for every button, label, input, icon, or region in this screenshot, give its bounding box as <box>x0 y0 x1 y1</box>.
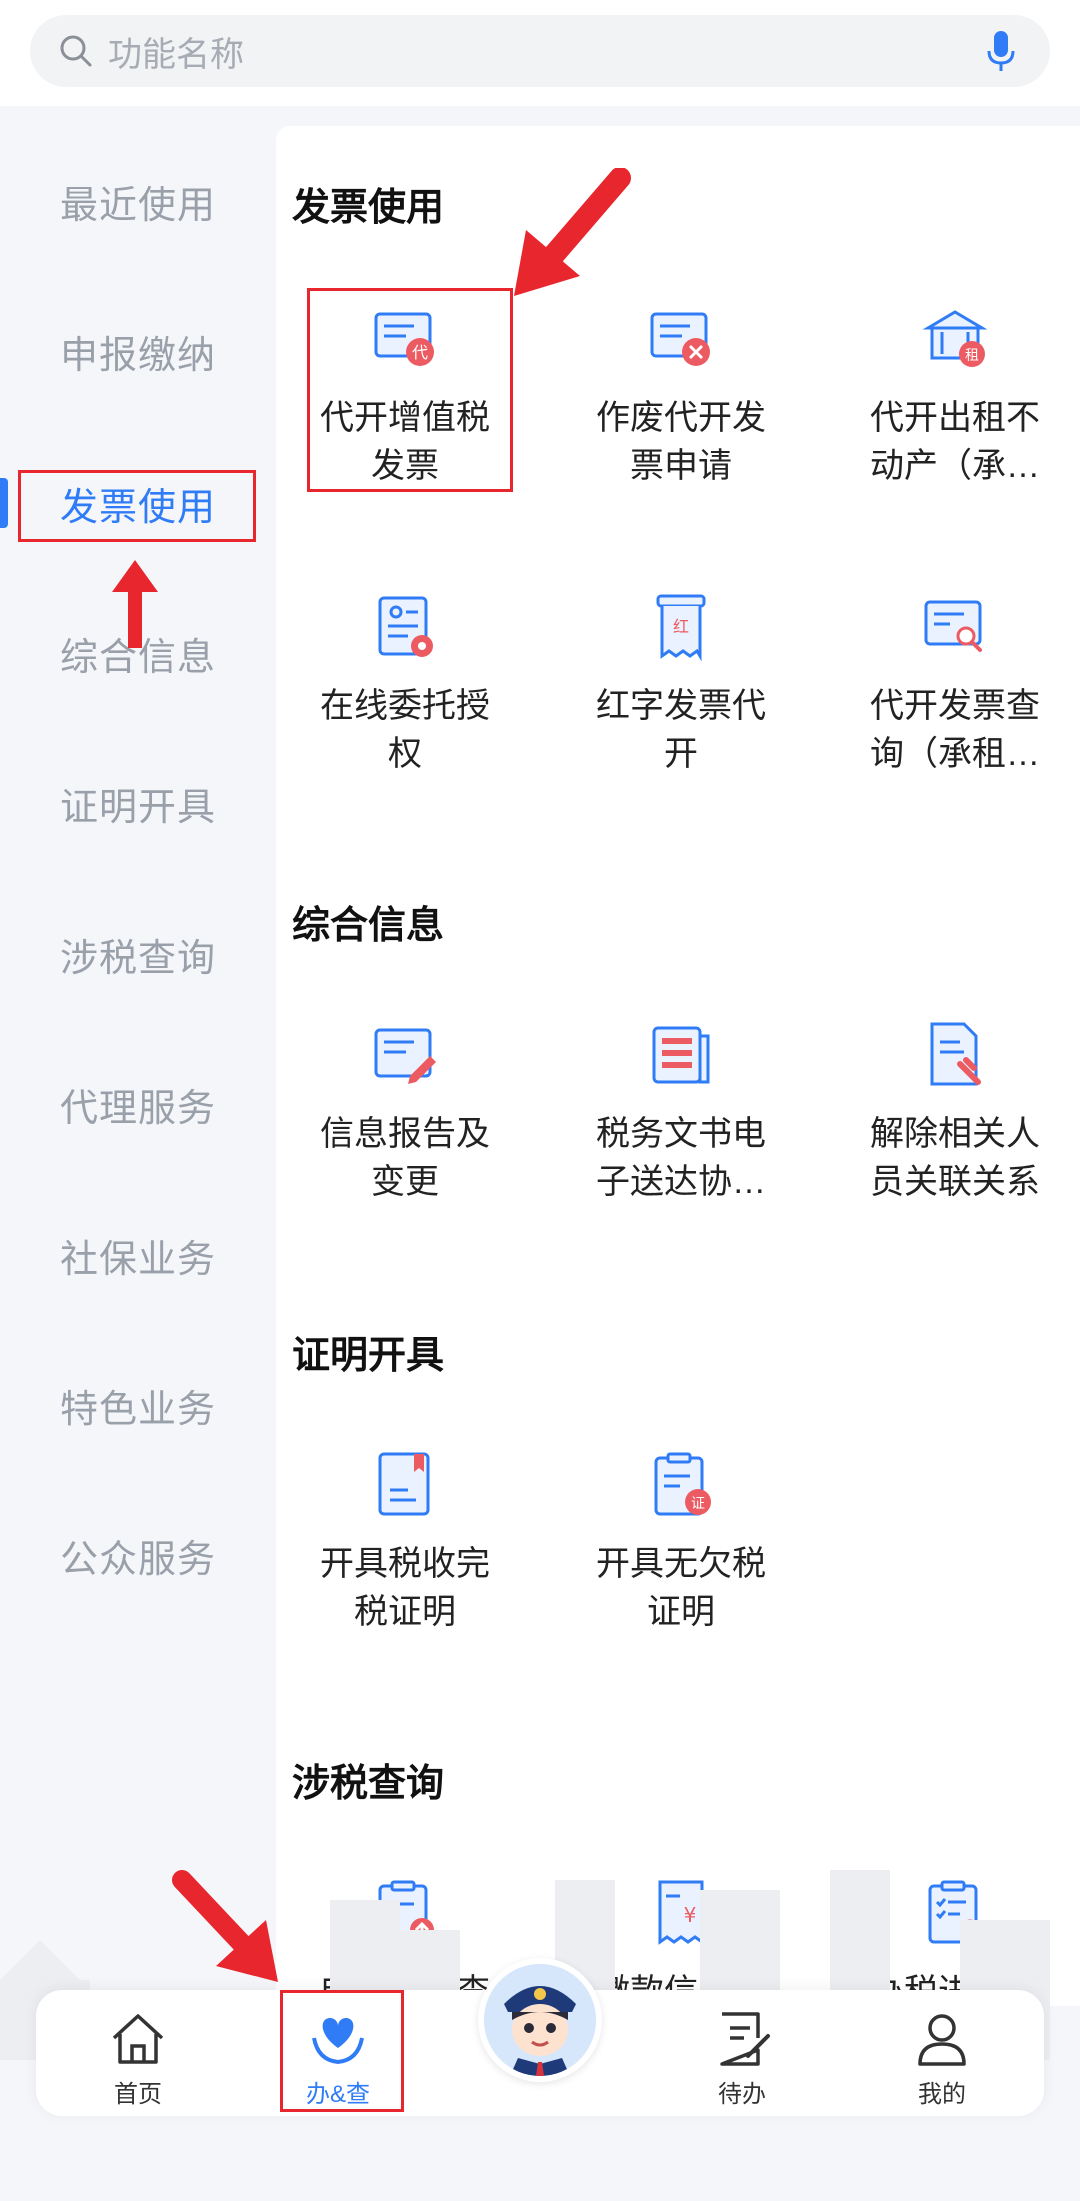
section-title-certificate: 证明开具 <box>292 1335 445 1377</box>
section-title-info: 综合信息 <box>292 905 445 947</box>
svg-text:租: 租 <box>965 348 979 364</box>
app-screen: 功能名称 最近使用 申报缴纳 发票使用 综合信息 证明开具 涉税查询 代理服务 … <box>0 0 1080 2201</box>
assistant-avatar-button[interactable] <box>478 1958 602 2082</box>
svg-text:红: 红 <box>673 617 689 636</box>
nav-todo[interactable]: 待办 <box>682 1990 802 2116</box>
search-input[interactable]: 功能名称 <box>30 15 1050 87</box>
service-online-authorization[interactable]: 在线委托授 权 <box>290 592 520 792</box>
sidebar-item-certificate[interactable]: 证明开具 <box>0 758 276 848</box>
service-no-arrears-certificate[interactable]: 证 开具无欠税 证明 <box>566 1450 796 1650</box>
top-bar: 功能名称 <box>0 0 1080 106</box>
search-icon <box>60 35 92 67</box>
sidebar-item-tax-query[interactable]: 涉税查询 <box>0 909 276 999</box>
section-title-invoice: 发票使用 <box>292 187 445 229</box>
home-icon <box>112 2014 164 2064</box>
invoice-query-icon <box>924 600 982 652</box>
service-red-invoice[interactable]: 红 红字发票代 开 <box>566 592 796 792</box>
annotation-box-vat-invoice <box>307 288 513 492</box>
svg-text:证: 证 <box>691 1496 705 1512</box>
microphone-icon[interactable] <box>986 29 1016 73</box>
info-report-edit-icon <box>374 1028 436 1084</box>
service-label: 信息报告及 变更 <box>320 1115 490 1201</box>
red-invoice-icon: 红 <box>656 594 706 662</box>
sidebar-item-recent[interactable]: 最近使用 <box>0 156 276 246</box>
annotation-arrow-down-left <box>514 168 631 296</box>
nav-mine-label: 我的 <box>918 2081 966 2108</box>
no-arrears-certificate-icon: 证 <box>654 1452 711 1516</box>
category-sidebar: 最近使用 申报缴纳 发票使用 综合信息 证明开具 涉税查询 代理服务 社保业务 … <box>0 106 276 2006</box>
service-label: 代开发票查 询（承租… <box>870 687 1040 773</box>
sidebar-item-agency[interactable]: 代理服务 <box>0 1059 276 1149</box>
service-invoice-query[interactable]: 代开发票查 询（承租… <box>840 592 1070 792</box>
service-label: 作废代开发 票申请 <box>596 399 766 485</box>
nav-home-label: 首页 <box>114 2081 162 2108</box>
section-title-tax-query: 涉税查询 <box>292 1763 445 1805</box>
service-unlink-person[interactable]: 解除相关人 员关联关系 <box>840 1020 1070 1220</box>
service-info-report[interactable]: 信息报告及 变更 <box>290 1020 520 1220</box>
user-icon <box>918 2014 966 2066</box>
tax-paid-certificate-icon <box>378 1452 430 1516</box>
annotation-box-nav-handle <box>280 1990 404 2112</box>
sidebar-item-public[interactable]: 公众服务 <box>0 1510 276 1600</box>
annotation-arrow-down-right <box>172 1870 278 1982</box>
service-void-invoice[interactable]: 作废代开发 票申请 <box>566 304 796 504</box>
annotation-arrow-up <box>112 560 158 648</box>
unlink-person-icon <box>930 1022 981 1086</box>
service-label: 开具无欠税 证明 <box>596 1545 766 1631</box>
service-tax-document-delivery[interactable]: 税务文书电 子送达协… <box>566 1020 796 1220</box>
nav-home[interactable]: 首页 <box>78 1990 198 2116</box>
sidebar-item-featured[interactable]: 特色业务 <box>0 1360 276 1450</box>
service-rental-property-invoice[interactable]: 租 代开出租不 动产（承… <box>840 304 1070 504</box>
service-label: 开具税收完 税证明 <box>320 1545 490 1631</box>
service-label: 在线委托授 权 <box>320 687 490 773</box>
sidebar-item-social-security[interactable]: 社保业务 <box>0 1210 276 1300</box>
annotation-box-sidebar-invoice <box>18 470 256 542</box>
service-label: 税务文书电 子送达协… <box>596 1115 766 1201</box>
service-label: 解除相关人 员关联关系 <box>870 1115 1040 1201</box>
nav-todo-label: 待办 <box>718 2081 766 2108</box>
service-label: 红字发票代 开 <box>596 687 766 773</box>
mascot-icon <box>484 1964 596 2076</box>
tax-document-icon <box>652 1026 710 1084</box>
service-tax-paid-certificate[interactable]: 开具税收完 税证明 <box>290 1450 520 1650</box>
void-invoice-icon <box>650 312 710 366</box>
system-bottom-area <box>0 2140 1080 2201</box>
sidebar-item-declaration[interactable]: 申报缴纳 <box>0 306 276 396</box>
search-placeholder: 功能名称 <box>108 35 244 74</box>
nav-mine[interactable]: 我的 <box>882 1990 1002 2116</box>
online-authorization-icon <box>378 596 433 657</box>
todo-icon <box>720 2012 770 2066</box>
rental-property-icon: 租 <box>922 310 988 367</box>
service-label: 代开出租不 动产（承… <box>870 399 1040 485</box>
